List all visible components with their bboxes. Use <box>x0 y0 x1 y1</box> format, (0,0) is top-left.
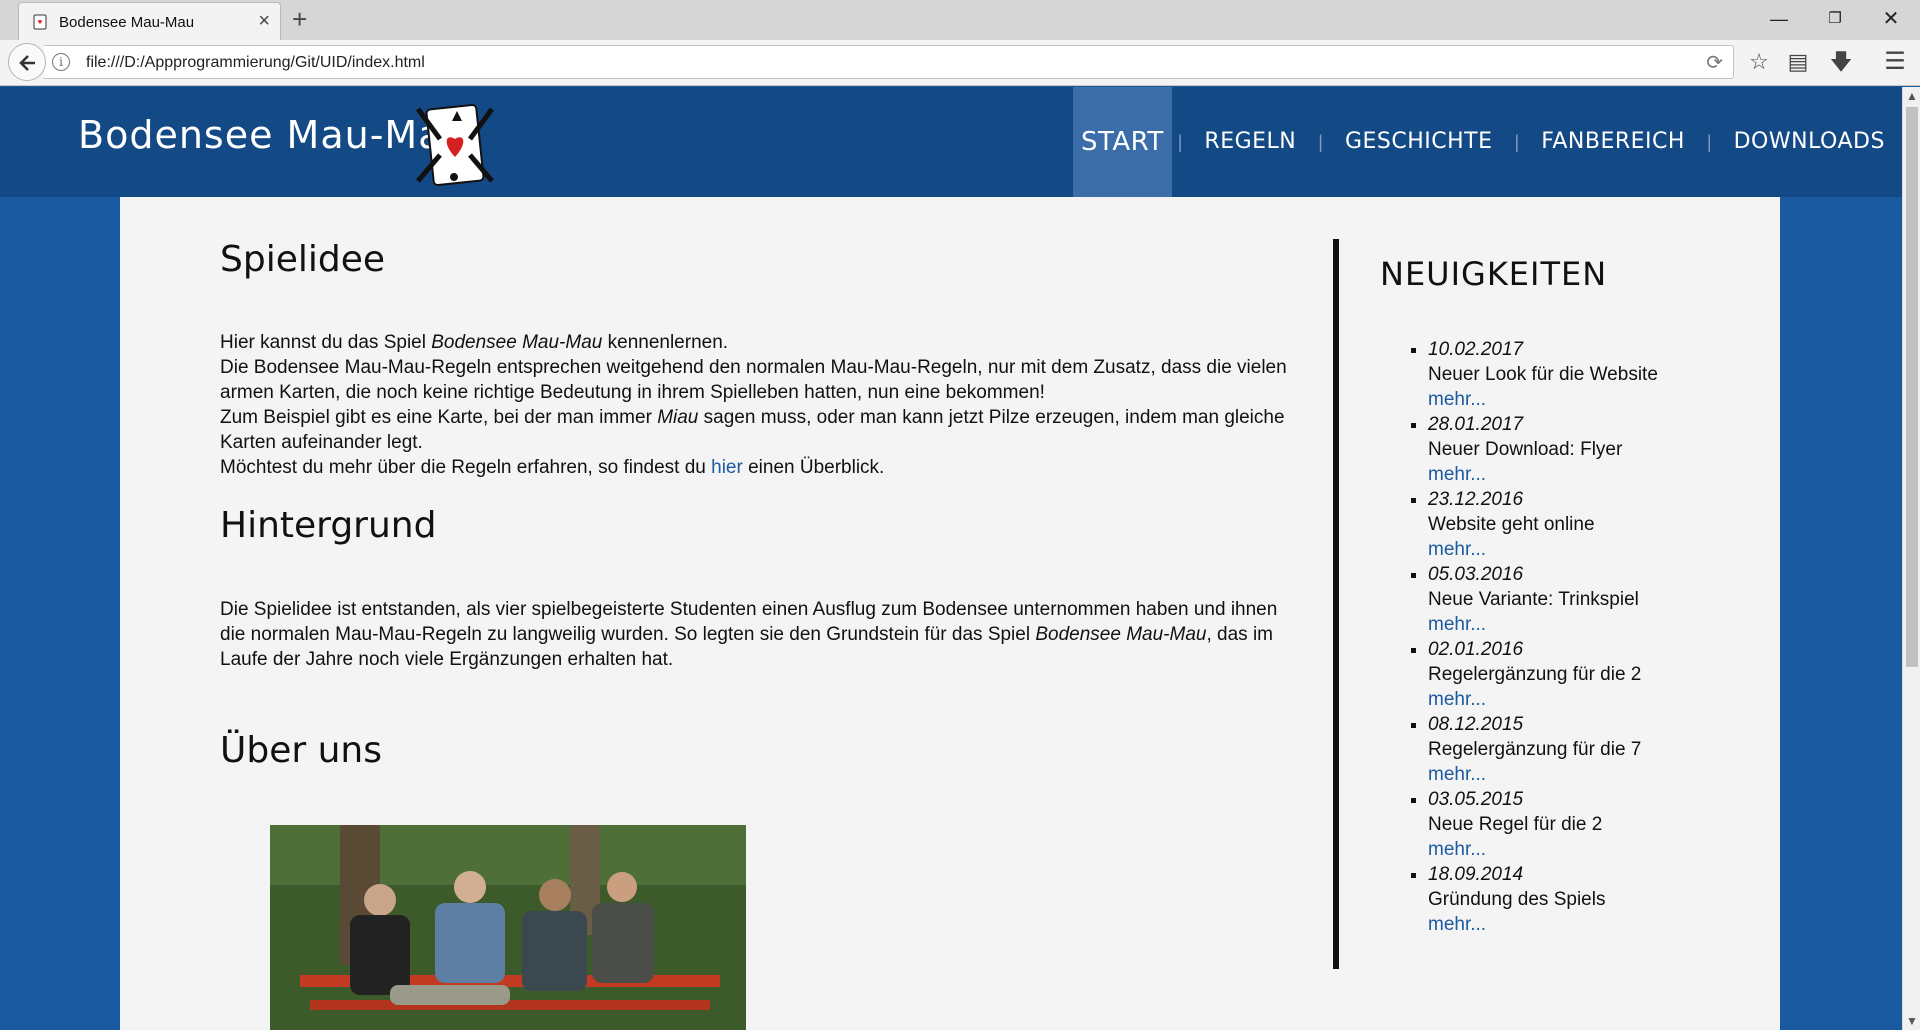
tab-strip: Bodensee Mau-Mau × + — ❐ ✕ <box>0 0 1920 40</box>
spielidee-text: Hier kannst du das Spiel Bodensee Mau-Ma… <box>220 330 1300 480</box>
nav-start[interactable]: START <box>1073 87 1172 197</box>
news-date: 03.05.2015 <box>1428 789 1524 810</box>
news-more-link[interactable]: mehr... <box>1428 612 1768 637</box>
reading-list-icon[interactable]: ▤ <box>1783 47 1813 77</box>
nav-separator: | <box>1514 131 1520 152</box>
text-span: kennenlernen. <box>602 332 729 353</box>
back-arrow-icon <box>19 55 35 71</box>
news-item: 28.01.2017 Neuer Download: Flyermehr... <box>1428 412 1768 487</box>
close-window-button[interactable]: ✕ <box>1868 4 1914 34</box>
close-tab-icon[interactable]: × <box>258 10 270 32</box>
text-span: Hier kannst du das Spiel <box>220 332 432 353</box>
news-more-link[interactable]: mehr... <box>1428 687 1768 712</box>
news-list: 10.02.2017Neuer Look für die Websitemehr… <box>1428 337 1768 937</box>
nav-separator: | <box>1318 131 1323 152</box>
news-date: 18.09.2014 <box>1428 864 1524 885</box>
text-span: Möchtest du mehr über die Regeln erfahre… <box>220 457 712 478</box>
news-item: 10.02.2017 Neuer Look für die Websitemehr… <box>1428 337 1768 412</box>
news-more-link[interactable]: mehr... <box>1428 537 1768 562</box>
miau-emphasis: Miau <box>657 407 699 428</box>
site-info-icon[interactable]: i <box>52 53 70 71</box>
download-icon[interactable]: 🡇 <box>1826 47 1856 77</box>
news-item: 18.09.2014 Gründung des Spielsmehr... <box>1428 862 1768 937</box>
game-name-emphasis: Bodensee Mau-Mau <box>1035 624 1207 645</box>
news-date: 28.01.2017 <box>1428 414 1524 435</box>
news-more-link[interactable]: mehr... <box>1428 387 1768 412</box>
news-text: Gründung des Spiels <box>1428 889 1606 910</box>
scroll-up-icon[interactable]: ▲ <box>1906 89 1918 103</box>
news-text: Neue Variante: Trinkspiel <box>1428 589 1639 610</box>
text-span: Zum Beispiel gibt es eine Karte, bei der… <box>220 407 658 428</box>
scroll-down-icon[interactable]: ▼ <box>1906 1014 1918 1028</box>
playing-card-logo-icon <box>415 103 495 187</box>
nav-separator: | <box>1706 131 1712 152</box>
news-more-link[interactable]: mehr... <box>1428 462 1768 487</box>
news-text: Website geht online <box>1428 514 1595 535</box>
news-text: Regelergänzung für die 7 <box>1428 739 1642 760</box>
news-more-link[interactable]: mehr... <box>1428 912 1768 937</box>
news-item: 02.01.2016 Regelergänzung für die 2mehr..… <box>1428 637 1768 712</box>
hintergrund-text: Die Spielidee ist entstanden, als vier s… <box>220 597 1300 672</box>
nav-fanbereich[interactable]: FANBEREICH <box>1525 87 1701 197</box>
team-photo <box>270 825 746 1030</box>
text-span: einen Überblick. <box>742 457 885 478</box>
bookmark-star-icon[interactable]: ☆ <box>1744 47 1774 77</box>
text-span: Die Bodensee Mau-Mau-Regeln entsprechen … <box>220 357 1287 403</box>
section-title-ueber-uns: Über uns <box>220 730 382 771</box>
game-name-emphasis: Bodensee Mau-Mau <box>431 332 603 353</box>
news-item: 05.03.2016 Neue Variante: Trinkspielmehr.… <box>1428 562 1768 637</box>
section-title-spielidee: Spielidee <box>220 239 386 280</box>
news-title: NEUIGKEITEN <box>1380 255 1608 293</box>
news-text: Neue Regel für die 2 <box>1428 814 1603 835</box>
news-text: Regelergänzung für die 2 <box>1428 664 1642 685</box>
news-item: 08.12.2015 Regelergänzung für die 7mehr..… <box>1428 712 1768 787</box>
hamburger-menu-icon[interactable]: ☰ <box>1880 47 1910 77</box>
main-content: Spielidee Hier kannst du das Spiel Boden… <box>120 197 1780 1030</box>
news-text: Neuer Look für die Website <box>1428 364 1658 385</box>
browser-tab[interactable]: Bodensee Mau-Mau × <box>18 2 281 40</box>
reload-icon[interactable]: ⟳ <box>1706 50 1723 75</box>
nav-geschichte[interactable]: GESCHICHTE <box>1329 87 1509 197</box>
news-date: 23.12.2016 <box>1428 489 1524 510</box>
news-item: 23.12.2016 Website geht onlinemehr... <box>1428 487 1768 562</box>
site-header: Bodensee Mau-Mau START | REGELN | GESCHI… <box>0 87 1902 197</box>
nav-separator: | <box>1177 131 1183 152</box>
minimize-window-button[interactable]: — <box>1756 4 1802 34</box>
page-scrollbar[interactable]: ▲ ▼ <box>1902 87 1920 1030</box>
news-item: 03.05.2015 Neue Regel für die 2mehr... <box>1428 787 1768 862</box>
news-more-link[interactable]: mehr... <box>1428 762 1768 787</box>
address-bar[interactable]: i file:///D:/Appprogrammierung/Git/UID/i… <box>44 45 1734 79</box>
main-nav: START | REGELN | GESCHICHTE | FANBEREICH… <box>1073 87 1901 197</box>
team-photo-image <box>270 825 746 1030</box>
browser-toolbar: i file:///D:/Appprogrammierung/Git/UID/i… <box>0 40 1920 86</box>
restore-window-button[interactable]: ❐ <box>1812 4 1858 34</box>
sidebar-divider <box>1333 239 1339 969</box>
back-button[interactable] <box>8 43 46 81</box>
news-text: Neuer Download: Flyer <box>1428 439 1623 460</box>
card-favicon-icon <box>33 14 47 30</box>
new-tab-button[interactable]: + <box>292 6 307 32</box>
scrollbar-thumb[interactable] <box>1906 107 1918 667</box>
news-more-link[interactable]: mehr... <box>1428 837 1768 862</box>
nav-regeln[interactable]: REGELN <box>1188 87 1312 197</box>
nav-downloads[interactable]: DOWNLOADS <box>1718 87 1901 197</box>
news-date: 10.02.2017 <box>1428 339 1524 360</box>
news-date: 08.12.2015 <box>1428 714 1524 735</box>
url-text[interactable]: file:///D:/Appprogrammierung/Git/UID/ind… <box>86 54 425 72</box>
section-title-hintergrund: Hintergrund <box>220 505 437 546</box>
news-date: 05.03.2016 <box>1428 564 1524 585</box>
tab-title: Bodensee Mau-Mau <box>59 14 195 31</box>
news-date: 02.01.2016 <box>1428 639 1524 660</box>
rules-link[interactable]: hier <box>711 457 743 478</box>
